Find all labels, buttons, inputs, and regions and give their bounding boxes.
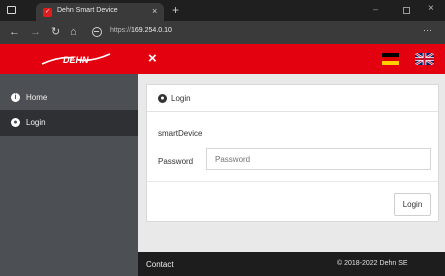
sidebar-item-login[interactable]: ● Login bbox=[0, 110, 138, 136]
tab-title: Dehn Smart Device bbox=[57, 7, 118, 14]
german-flag-icon[interactable] bbox=[382, 53, 399, 65]
footer: Contact © 2018-2022 Dehn SE bbox=[138, 252, 445, 276]
password-label: Password bbox=[158, 157, 194, 166]
app-header: DEHN × bbox=[0, 44, 445, 74]
url-field[interactable]: https://169.254.0.10 bbox=[110, 27, 172, 34]
uk-flag-icon[interactable] bbox=[415, 53, 434, 65]
tab-actions-icon[interactable] bbox=[7, 6, 16, 14]
back-arrow-icon[interactable]: ← bbox=[9, 24, 20, 40]
site-info-icon[interactable] bbox=[92, 27, 102, 37]
password-field[interactable] bbox=[206, 148, 431, 170]
dehn-logo: DEHN bbox=[41, 53, 111, 65]
contact-link[interactable]: Contact bbox=[146, 260, 174, 269]
divider bbox=[147, 181, 438, 182]
user-icon: ● bbox=[158, 94, 167, 103]
info-icon: i bbox=[11, 93, 20, 102]
sidebar-item-label: Login bbox=[26, 118, 46, 127]
tab-close-icon[interactable]: × bbox=[152, 6, 157, 16]
window-maximize-button[interactable] bbox=[403, 7, 410, 14]
reload-icon[interactable]: ↻ bbox=[51, 24, 60, 40]
browser-tab[interactable]: ✓ Dehn Smart Device × bbox=[36, 3, 164, 21]
home-icon[interactable]: ⌂ bbox=[70, 24, 77, 40]
menu-close-icon[interactable]: × bbox=[148, 50, 157, 68]
forward-arrow-icon[interactable]: → bbox=[30, 24, 41, 40]
browser-menu-icon[interactable]: ··· bbox=[423, 25, 432, 35]
address-bar: ← → ↻ ⌂ https://169.254.0.10 ··· bbox=[0, 21, 445, 44]
svg-text:DEHN: DEHN bbox=[63, 55, 89, 65]
device-name: smartDevice bbox=[158, 129, 203, 138]
login-card: ● Login smartDevice Password Login bbox=[146, 84, 439, 222]
browser-tab-bar: ✓ Dehn Smart Device × + – × bbox=[0, 0, 445, 21]
sidebar-item-label: Home bbox=[26, 93, 48, 102]
new-tab-button[interactable]: + bbox=[172, 3, 179, 17]
window-minimize-button[interactable]: – bbox=[373, 4, 378, 14]
main-content: ● Login smartDevice Password Login bbox=[138, 74, 445, 252]
copyright-text: © 2018-2022 Dehn SE bbox=[337, 260, 408, 267]
dehn-favicon-icon: ✓ bbox=[43, 8, 52, 17]
card-title: Login bbox=[171, 94, 191, 103]
card-header: ● Login bbox=[147, 85, 438, 112]
sidebar-item-home[interactable]: i Home bbox=[0, 85, 138, 111]
login-button[interactable]: Login bbox=[394, 193, 431, 216]
sidebar: i Home ● Login bbox=[0, 74, 138, 276]
window-close-button[interactable]: × bbox=[428, 3, 434, 14]
user-icon: ● bbox=[11, 118, 20, 127]
